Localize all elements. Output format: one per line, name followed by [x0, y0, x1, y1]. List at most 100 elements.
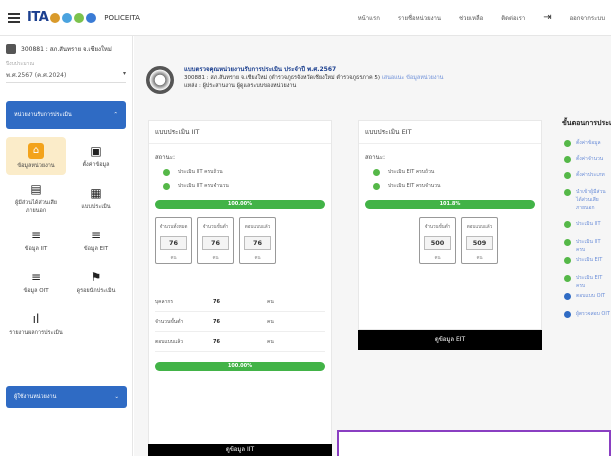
step-item[interactable]: ตั้งค่าจำนวน — [564, 155, 611, 163]
table-row: จำนวนขั้นต่ำ 76 คน — [155, 312, 325, 332]
stat-box: ตอบแบบแล้ว 76 คน — [239, 217, 276, 264]
step-item[interactable]: ประเมิน EIT — [564, 256, 611, 264]
check-circle-icon — [564, 140, 571, 147]
section-label: ผู้ใช้งานหน่วยงาน — [14, 394, 57, 400]
check-circle-icon — [564, 275, 571, 282]
menu-icon[interactable] — [8, 11, 20, 25]
year-value: พ.ศ.2567 (ค.ศ.2024) — [6, 72, 67, 79]
section-assessed-agency[interactable]: หน่วยงานรับการประเมิน ⌃ — [6, 101, 126, 129]
nav-agencies[interactable]: รายชื่อหน่วยงาน — [398, 13, 441, 23]
bar-chart-icon: ıl — [32, 311, 40, 326]
pending-circle-icon — [564, 311, 571, 318]
iit-summary-table: บุคลากร 76 คน จำนวนขั้นต่ำ 76 คน ตอบแบบแล้ว 7… — [155, 292, 325, 352]
home-icon: ⌂ — [28, 142, 44, 159]
stat-value: 509 — [466, 236, 493, 250]
check-circle-icon — [373, 168, 380, 176]
menu-iit-data[interactable]: ≡ ข้อมูล IIT — [6, 221, 66, 259]
step-item[interactable]: ผู้ตรวจสอบ OIT — [564, 310, 611, 318]
stat-value: 76 — [202, 236, 229, 250]
step-item[interactable]: นำเข้าผู้มีส่วนได้ส่วนเสียภายนอก — [564, 188, 611, 212]
stat-box: ตอบแบบแล้ว 509 คน — [461, 217, 498, 264]
logo-mark — [50, 12, 97, 23]
check-circle-icon — [373, 182, 380, 190]
sidebar: 300881 : สภ.สันทราย จ.เชียงใหม่ ปีงบประม… — [0, 36, 133, 456]
flag-icon: ⚑ — [90, 269, 102, 284]
section-agency-users[interactable]: ผู้ใช้งานหน่วยงาน ⌄ — [6, 386, 127, 408]
step-item[interactable]: ประเมิน IIT — [564, 220, 611, 228]
check-item: ประเมิน EIT ครบจำนวน — [359, 176, 541, 190]
menu-label: ข้อมูลหน่วยงาน — [17, 162, 55, 169]
top-bar: ITA POLICEITA หน้าแรก รายชื่อหน่วยงาน ช่… — [0, 0, 611, 36]
stat-value: 76 — [160, 236, 187, 250]
check-circle-icon — [564, 189, 571, 196]
coordinator-line: แหล่ง : ผู้ประสานงาน ผู้ดูแลระบบของหน่วย… — [184, 83, 297, 89]
menu-eit-data[interactable]: ≡ ข้อมูล EIT — [66, 221, 126, 259]
status-label: สถานะ: — [155, 154, 176, 161]
step-item[interactable]: ตั้งค่าประเภท — [564, 171, 611, 179]
menu-assessment[interactable]: ▦ แบบประเมิน — [66, 179, 126, 217]
police-seal-logo — [146, 66, 174, 94]
eit-stat-boxes: จำนวนขั้นต่ำ 500 คน ตอบแบบแล้ว 509 คน — [419, 217, 541, 264]
menu-agency-info[interactable]: ⌂ ข้อมูลหน่วยงาน — [6, 137, 66, 175]
check-circle-icon — [564, 257, 571, 264]
pending-circle-icon — [564, 293, 571, 300]
step-item[interactable]: ประเมิน IIT ครบ — [564, 238, 611, 254]
step-item[interactable]: ตั้งค่าข้อมูล — [564, 139, 611, 147]
menu-label: รายงานผลการประเมิน — [9, 329, 63, 336]
eit-card: แบบประเมิน EIT สถานะ: ประเมิน EIT ครบถ้ว… — [358, 120, 542, 330]
check-item: ประเมิน IIT ครบถ้วน — [149, 162, 331, 176]
logo[interactable]: ITA — [27, 10, 49, 25]
logout-link[interactable]: ออกจากระบบ — [570, 13, 605, 23]
stat-box: จำนวนขั้นต่ำ 76 คน — [197, 217, 234, 264]
status-label: สถานะ: — [365, 154, 386, 161]
menu-label: ตั้งค่าข้อมูล — [82, 161, 110, 168]
brand-name: POLICEITA — [104, 13, 140, 22]
iit-card: แบบประเมิน IIT สถานะ: ประเมิน IIT ครบถ้ว… — [148, 120, 332, 456]
chevron-down-icon: ▾ — [122, 70, 126, 77]
iit-progress-bar-2: 100.00% — [155, 362, 325, 371]
menu-settings[interactable]: ▣ ตั้งค่าข้อมูล — [66, 137, 126, 175]
menu-label: แบบประเมิน — [81, 203, 111, 210]
menu-label: ข้อมูล OIT — [23, 287, 49, 294]
menu-assessor-log[interactable]: ⚑ ดูรอยนักประเมิน — [66, 263, 126, 301]
year-label: ปีงบประมาณ — [6, 61, 35, 67]
school-info: 300881 : สภ.สันทราย จ.เชียงใหม่ — [0, 36, 132, 54]
eit-card-title: แบบประเมิน EIT — [359, 121, 541, 144]
step-item[interactable]: ตอบแบบ OIT — [564, 292, 611, 300]
menu-label: ข้อมูล EIT — [83, 245, 109, 252]
menu-report[interactable]: ıl รายงานผลการประเมิน — [6, 305, 66, 343]
check-circle-icon — [163, 182, 170, 190]
stat-value: 76 — [244, 236, 271, 250]
menu-stakeholders[interactable]: ▤ ผู้มีส่วนได้ส่วนเสียภายนอก — [6, 179, 66, 217]
nav-help[interactable]: ช่วยเหลือ — [459, 13, 483, 23]
school-name: 300881 : สภ.สันทราย จ.เชียงใหม่ — [21, 46, 112, 53]
check-item: ประเมิน EIT ครบถ้วน — [359, 162, 541, 176]
oit-card — [337, 430, 611, 456]
stat-box: จำนวนขั้นต่ำ 500 คน — [419, 217, 456, 264]
menu-label: ผู้มีส่วนได้ส่วนเสียภายนอก — [14, 199, 58, 214]
qr-icon: ▦ — [90, 185, 102, 200]
year-select[interactable]: พ.ศ.2567 (ค.ศ.2024) ▾ — [6, 68, 126, 83]
menu-oit-data[interactable]: ≡ ข้อมูล OIT — [6, 263, 66, 301]
stat-box: จำนวนทั้งหมด 76 คน — [155, 217, 192, 264]
iit-card-title: แบบประเมิน IIT — [149, 121, 331, 144]
check-circle-icon — [163, 168, 170, 176]
check-item: ประเมิน IIT ครบจำนวน — [149, 176, 331, 190]
view-iit-button[interactable]: ดูข้อมูล IIT — [148, 444, 332, 456]
iit-stat-boxes: จำนวนทั้งหมด 76 คน จำนวนขั้นต่ำ 76 คน ตอ… — [155, 217, 331, 264]
chevron-up-icon: ⌃ — [113, 112, 118, 118]
page-header: แบบตรวจคุณหน่วยงานรับการประเมิน ประจำปี … — [146, 66, 443, 94]
step-item[interactable]: ประเมิน EIT ครบ — [564, 274, 611, 290]
menu-label: ดูรอยนักประเมิน — [76, 287, 116, 294]
check-circle-icon — [564, 156, 571, 163]
page-title: แบบตรวจคุณหน่วยงานรับการประเมิน ประจำปี … — [184, 66, 337, 73]
nav-contact[interactable]: ติดต่อเรา — [501, 13, 525, 23]
view-eit-button[interactable]: ดูข้อมูล EIT — [358, 330, 542, 350]
settings-icon: ▣ — [90, 143, 102, 158]
suggest-link[interactable]: เสนอแนะ ข้อมูลหน่วยงาน — [382, 75, 444, 81]
section-label: หน่วยงานรับการประเมิน — [14, 112, 72, 118]
logout-icon[interactable]: ⇥ — [543, 12, 551, 23]
nav-home[interactable]: หน้าแรก — [358, 13, 380, 23]
check-circle-icon — [564, 172, 571, 179]
main-content: แบบตรวจคุณหน่วยงานรับการประเมิน ประจำปี … — [134, 36, 611, 456]
